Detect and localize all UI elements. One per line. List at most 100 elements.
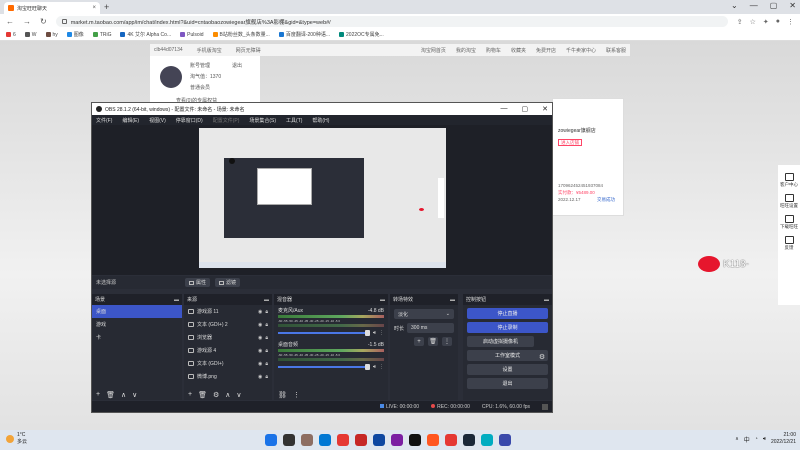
maximize-button[interactable]: ▢ — [770, 1, 778, 10]
speaker-icon[interactable]: 🔊︎ — [373, 364, 376, 370]
scene-item[interactable]: 游戏 — [92, 318, 182, 331]
bookmark-item[interactable]: 2022OC专属免... — [339, 31, 384, 38]
channel-menu-icon[interactable]: ⋮ — [379, 330, 384, 336]
obs-close-button[interactable]: ✕ — [542, 105, 548, 113]
new-tab-button[interactable]: + — [104, 2, 109, 12]
taskbar-edge-icon[interactable] — [337, 434, 349, 446]
obs-preview[interactable] — [92, 125, 552, 275]
source-item[interactable]: 浏览器 ◉ 🔒︎ — [184, 331, 272, 344]
top-bar-mobile[interactable]: 手机版淘宝 — [197, 47, 222, 54]
taskbar-app-icon[interactable] — [481, 434, 493, 446]
source-item[interactable]: 游戏源 4 ◉ 🔒︎ — [184, 344, 272, 357]
clock[interactable]: 21:00 2022/12/21 — [771, 432, 796, 446]
top-link-favorites[interactable]: 收藏夹 — [511, 47, 526, 54]
obs-maximize-button[interactable]: ▢ — [522, 105, 529, 113]
logout-link[interactable]: 退出 — [232, 62, 242, 69]
start-virtual-camera-button[interactable]: 启动虚拟摄像机 — [467, 336, 534, 347]
menu-tools[interactable]: 工具(T) — [286, 117, 302, 124]
back-arrow-icon[interactable]: ← — [6, 17, 14, 26]
transition-select[interactable]: 淡化 ⌄ — [394, 309, 454, 319]
slider-handle[interactable] — [364, 363, 370, 370]
transition-menu-button[interactable]: ⋮ — [442, 337, 452, 346]
stop-recording-button[interactable]: 停止录制 — [467, 322, 548, 333]
bookmark-item[interactable]: B站粉丝数_头条数量... — [212, 31, 270, 38]
source-item[interactable]: 文本 (GDI+) 2 ◉ 🔒︎ — [184, 318, 272, 331]
top-link-open-shop[interactable]: 免费开店 — [536, 47, 556, 54]
feedback-button[interactable]: 反馈 — [784, 236, 794, 251]
menu-scene-collection[interactable]: 场景集合(S) — [249, 117, 276, 124]
exit-button[interactable]: 退出 — [467, 378, 548, 389]
bookmark-item[interactable]: Pulsoid — [180, 32, 204, 38]
filters-button[interactable]: 滤镜 — [215, 278, 241, 287]
bookmark-item[interactable]: W — [24, 32, 37, 38]
source-item[interactable]: 微博.png ◉ 🔒︎ — [184, 370, 272, 383]
add-source-button[interactable]: + — [188, 391, 192, 398]
taskbar-app-icon[interactable] — [499, 434, 511, 446]
menu-file[interactable]: 文件(F) — [96, 117, 112, 124]
taskbar-steam-icon[interactable] — [409, 434, 421, 446]
tray-chevron-icon[interactable]: ∧ — [735, 436, 739, 442]
channel-menu-icon[interactable]: ⋮ — [379, 364, 384, 370]
wangwang-settings-button[interactable]: 旺旺设置 — [780, 194, 798, 209]
reload-icon[interactable]: ↻ — [40, 17, 47, 26]
obs-minimize-button[interactable]: — — [501, 105, 508, 113]
taskbar-app-icon[interactable] — [463, 434, 475, 446]
move-down-button[interactable]: ∨ — [236, 391, 241, 399]
top-link-home[interactable]: 淘宝网首页 — [421, 47, 446, 54]
avatar[interactable] — [160, 66, 182, 88]
profile-icon[interactable]: ● — [776, 18, 780, 26]
source-properties-button[interactable]: ⚙ — [213, 391, 219, 399]
taskbar-start-icon[interactable] — [265, 434, 277, 446]
add-transition-button[interactable]: + — [414, 337, 424, 346]
network-icon[interactable]: ◔ — [755, 436, 758, 442]
scene-item[interactable]: 桌面 — [92, 305, 182, 318]
taskbar-app-icon[interactable] — [373, 434, 385, 446]
mixer-menu-icon[interactable]: ⋮ — [293, 391, 300, 399]
properties-button[interactable]: 属性 — [185, 278, 211, 287]
url-field[interactable]: market.m.taobao.com/app/im/chat/index.ht… — [55, 16, 728, 27]
move-up-button[interactable]: ∧ — [225, 391, 230, 399]
taskbar-app-icon[interactable] — [391, 434, 403, 446]
stop-streaming-button[interactable]: 停止直播 — [467, 308, 548, 319]
account-manage-link[interactable]: 账号管理 — [190, 62, 210, 69]
volume-slider[interactable] — [278, 329, 370, 336]
browser-tab[interactable]: 淘宝旺旺聊天 × — [4, 2, 100, 14]
enter-shop-button[interactable]: 进入店铺 — [558, 139, 582, 146]
top-link-service[interactable]: 联系客服 — [606, 47, 626, 54]
remove-scene-button[interactable]: 🗑 — [106, 391, 115, 399]
menu-profile[interactable]: 配置文件(P) — [213, 117, 240, 124]
download-wangwang-button[interactable]: 下载旺旺 — [780, 215, 798, 230]
volume-icon[interactable]: 🔊︎ — [763, 436, 766, 442]
taskbar-app-icon[interactable] — [445, 434, 457, 446]
virtual-camera-settings-icon[interactable]: ⚙ — [537, 353, 547, 363]
menu-edit[interactable]: 编辑(E) — [122, 117, 139, 124]
resize-grip-icon[interactable] — [542, 403, 548, 410]
forward-arrow-icon[interactable]: → — [23, 17, 31, 26]
tab-search-button[interactable]: ⌄ — [731, 1, 738, 10]
studio-mode-button[interactable]: 工作室模式 — [467, 350, 548, 361]
top-link-seller[interactable]: 千牛卖家中心 — [566, 47, 596, 54]
remove-source-button[interactable]: 🗑 — [198, 391, 207, 399]
menu-icon[interactable]: ⋮ — [787, 18, 794, 26]
source-item[interactable]: 游戏源 11 ◉ 🔒︎ — [184, 305, 272, 318]
taskbar-app-icon[interactable] — [427, 434, 439, 446]
customer-center-button[interactable]: 客户中心 — [780, 173, 798, 188]
taskbar-widgets-icon[interactable] — [319, 434, 331, 446]
top-bar-user[interactable]: clb44d07134 — [154, 47, 183, 53]
top-bar-accessible[interactable]: 网页无障碍 — [236, 47, 261, 54]
bookmark-item[interactable]: 4K 艾尔 Alpha Co... — [120, 31, 171, 38]
close-tab-icon[interactable]: × — [92, 5, 96, 11]
bookmark-item[interactable]: 6 — [6, 32, 16, 38]
taskbar-search-icon[interactable] — [283, 434, 295, 446]
close-window-button[interactable]: ✕ — [789, 1, 796, 10]
menu-help[interactable]: 帮助(H) — [312, 117, 329, 124]
top-link-cart[interactable]: 购物车 — [486, 47, 501, 54]
advanced-audio-icon[interactable]: ⛓ — [278, 391, 287, 399]
bookmark-item[interactable]: hy — [45, 32, 58, 38]
top-link-mytaobao[interactable]: 我的淘宝 — [456, 47, 476, 54]
volume-slider[interactable] — [278, 363, 370, 370]
extensions-icon[interactable]: ✦ — [763, 18, 769, 26]
duration-input[interactable]: 300 ms — [407, 323, 454, 333]
star-icon[interactable]: ☆ — [750, 18, 756, 26]
move-up-button[interactable]: ∧ — [121, 391, 126, 399]
